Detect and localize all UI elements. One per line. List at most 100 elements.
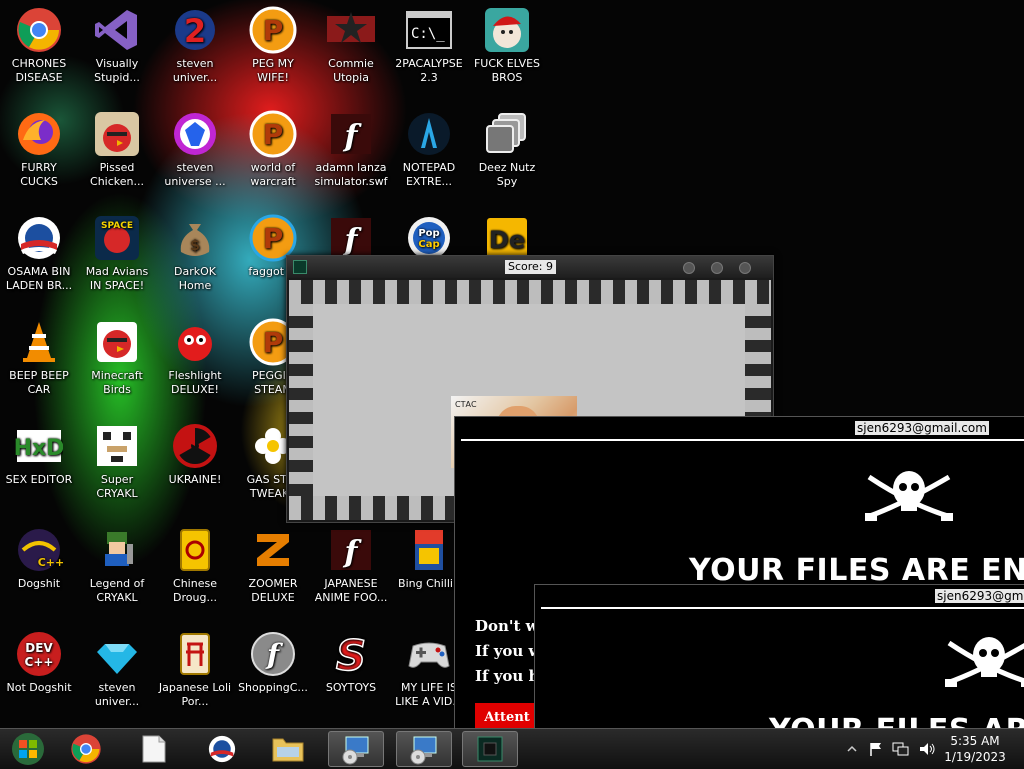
svg-text:C++: C++ (25, 655, 54, 669)
desktop-icon-visually-stupid[interactable]: Visually Stupid... (78, 0, 156, 100)
taskbar-installer-1[interactable] (328, 731, 384, 767)
svg-text:S: S (336, 631, 366, 678)
desktop-icon-furry-cucks[interactable]: FURRY CUCKS (0, 104, 78, 204)
desktop-icon-osama-bin-laden[interactable]: OSAMA BIN LADEN BR... (0, 208, 78, 308)
desktop-icon-label: 2PACALYPSE 2.3 (395, 57, 463, 84)
desktop-icon-ukraine[interactable]: UKRAINE! (156, 416, 234, 516)
ransom-window-2[interactable]: sjen6293@gmai YOUR FILES ARE (534, 584, 1024, 731)
installer-icon (342, 736, 369, 765)
desktop-icon-pissed-chicken[interactable]: Pissed Chicken... (78, 104, 156, 204)
desktop-icon-steven-univer-3[interactable]: steven univer... (78, 624, 156, 724)
desktop-icon-label: Visually Stupid... (94, 57, 140, 84)
desktop-icon-world-of-warcraft[interactable]: P world of warcraft (234, 104, 312, 204)
desktop-icon-fleshlight-deluxe[interactable]: Fleshlight DELUXE! (156, 312, 234, 412)
ransom-window-titlebar[interactable]: sjen6293@gmai (535, 585, 1024, 607)
gamepad-icon (405, 630, 453, 678)
desktop-icon-label: ShoppingC... (238, 681, 308, 694)
taskbar-installer-2[interactable] (396, 731, 452, 767)
taskbar-blank-document[interactable] (126, 731, 182, 767)
obama-logo-icon (15, 214, 63, 262)
document-icon (142, 735, 166, 763)
diamond-icon (93, 630, 141, 678)
desktop-icon-shoppingc[interactable]: f ShoppingC... (234, 624, 312, 724)
desktop-icon-steven-univer-1[interactable]: 2 steven univer... (156, 0, 234, 100)
svg-text:C:\_: C:\_ (411, 26, 445, 42)
game-window-titlebar[interactable]: Score: 9 (287, 256, 773, 278)
folder-icon (272, 738, 304, 762)
number-2-icon: 2 (171, 6, 219, 54)
taskbar: 5:35 AM 1/19/2023 (0, 728, 1024, 769)
svg-text:P: P (263, 326, 284, 359)
desktop-icon-chrones-disease[interactable]: CHRONES DISEASE (0, 0, 78, 100)
desktop-icon-not-dogshit[interactable]: DEV C++ Not Dogshit (0, 624, 78, 724)
desktop-icon-label: DarkOK Home (174, 265, 216, 292)
notepad-plus-icon (405, 110, 453, 158)
flash-icon: f (327, 110, 375, 158)
system-tray (846, 729, 936, 769)
desktop-icon-2pacalypse[interactable]: C:\_ 2PACALYPSE 2.3 (390, 0, 468, 100)
start-button[interactable] (0, 731, 56, 767)
desktop-icon-sex-editor[interactable]: HxD SEX EDITOR (0, 416, 78, 516)
ransom-headline: YOUR FILES ARE ENCR (689, 553, 1024, 588)
taskbar-clock[interactable]: 5:35 AM 1/19/2023 (930, 733, 1020, 765)
desktop-icon-soytoys[interactable]: S SOYTOYS (312, 624, 390, 724)
close-button[interactable] (739, 262, 751, 274)
command-prompt-icon: C:\_ (405, 6, 453, 54)
desktop-icon-label: CHRONES DISEASE (11, 57, 67, 84)
network-icon[interactable] (892, 741, 910, 757)
flash-icon: f (327, 526, 375, 574)
desktop-icon-label: Deez Nutz Spy (478, 161, 536, 188)
pixel-dog-icon (93, 422, 141, 470)
svg-text:DEV: DEV (25, 641, 53, 655)
desktop-icon-label: steven univer... (172, 57, 218, 84)
svg-text:P: P (263, 14, 284, 47)
minimize-button[interactable] (683, 262, 695, 274)
desktop-icon-label: SEX EDITOR (5, 473, 73, 486)
desktop-icon-japanese-loli-por[interactable]: Japanese Loli Por... (156, 624, 234, 724)
taskbar-obama-app[interactable] (194, 731, 250, 767)
taskbar-game-app[interactable] (462, 731, 518, 767)
desktop-icon-label: FUCK ELVES BROS (473, 57, 541, 84)
desktop-icon-label: BEEP BEEP CAR (9, 369, 69, 396)
desktop-icon-zoomer-deluxe[interactable]: ZOOMER DELUXE (234, 520, 312, 620)
taskbar-chrome[interactable] (58, 731, 114, 767)
desktop-icon-super-cryakl[interactable]: Super CRYAKL (78, 416, 156, 516)
desktop-icon-dogshit[interactable]: C++ Dogshit (0, 520, 78, 620)
desktop-icon-mad-avians[interactable]: SPACE Mad Avians IN SPACE! (78, 208, 156, 308)
flash-player-icon: f (249, 630, 297, 678)
desktop-icon-label: SOYTOYS (325, 681, 377, 694)
desktop-icon-japanese-anime-foo[interactable]: f JAPANESE ANIME FOO... (312, 520, 390, 620)
desktop-icon-legend-of-cryakl[interactable]: Legend of CRYAKL (78, 520, 156, 620)
desktop-icon-beep-beep-car[interactable]: BEEP BEEP CAR (0, 312, 78, 412)
desktop-icon-deez-nutz-spy[interactable]: Deez Nutz Spy (468, 104, 546, 204)
pixel-hero-icon (93, 526, 141, 574)
contact-email: sjen6293@gmai (935, 589, 1024, 603)
desktop-icon-label: Minecraft Birds (91, 369, 143, 396)
desktop-icon-darkok-home[interactable]: $ DarkOK Home (156, 208, 234, 308)
desktop-icon-label: Legend of CRYAKL (89, 577, 145, 604)
gem-icon (171, 110, 219, 158)
desktop-icon-notepad-extre[interactable]: NOTEPAD EXTRE... (390, 104, 468, 204)
desktop-icon-commie-utopia[interactable]: Commie Utopia (312, 0, 390, 100)
desktop-icon-label: NOTEPAD EXTRE... (402, 161, 456, 188)
desktop-icon-peg-my-wife[interactable]: P PEG MY WIFE! (234, 0, 312, 100)
ransom-window-titlebar[interactable]: sjen6293@gmail.com (455, 417, 1024, 439)
spike-border-top (289, 280, 771, 304)
installer-icon (410, 736, 437, 765)
desktop-icon-fuck-elves-bros[interactable]: FUCK ELVES BROS (468, 0, 546, 100)
desktop-icon-label: Commie Utopia (328, 57, 374, 84)
taskbar-file-explorer[interactable] (260, 731, 316, 767)
santa-icon (483, 6, 531, 54)
orange-p-icon: P (249, 6, 297, 54)
svg-text:Cap: Cap (418, 239, 439, 250)
red-s-icon: S (327, 630, 375, 681)
show-hidden-icons-icon[interactable] (846, 743, 858, 755)
maximize-button[interactable] (711, 262, 723, 274)
book-icon (405, 526, 453, 574)
desktop-icon-steven-universe-2[interactable]: steven universe ... (156, 104, 234, 204)
desktop-icon-label: Not Dogshit (6, 681, 72, 694)
desktop-icon-chinese-droug[interactable]: Chinese Droug... (156, 520, 234, 620)
action-center-flag-icon[interactable] (868, 741, 884, 757)
desktop-icon-adamn-lanza[interactable]: f adamn lanza simulator.swf (312, 104, 390, 204)
desktop-icon-minecraft-birds[interactable]: Minecraft Birds (78, 312, 156, 412)
